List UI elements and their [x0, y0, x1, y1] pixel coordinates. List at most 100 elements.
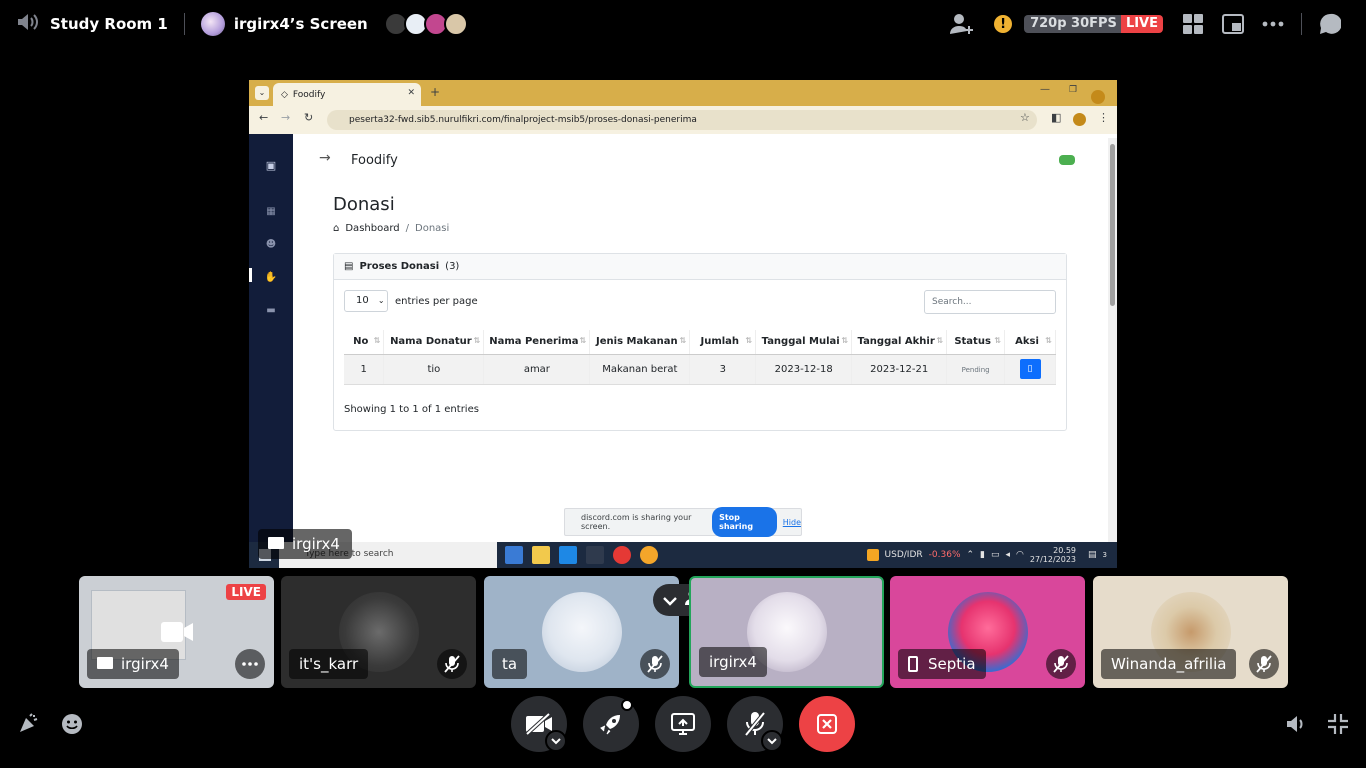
exit-fullscreen-icon[interactable]: [1324, 710, 1352, 738]
participant-tile[interactable]: ta: [484, 576, 679, 688]
screen-share-stream[interactable]: ⌄ ◇ Foodify ✕ + — ❐ ← → ↻ peserta32-fwd.…: [249, 80, 1117, 568]
breadcrumb-dashboard[interactable]: Dashboard: [345, 223, 399, 234]
add-user-icon[interactable]: [942, 4, 982, 44]
popout-icon[interactable]: [1213, 4, 1253, 44]
discord-call-window: Study Room 1 irgirx4’s Screen ! 720p 30F…: [0, 0, 1366, 768]
notification-icon[interactable]: ▤: [1088, 550, 1097, 560]
volume-icon[interactable]: [1282, 710, 1310, 738]
header-divider: [183, 13, 185, 35]
forward-icon[interactable]: →: [281, 111, 290, 124]
participant-tile[interactable]: Winanda_afrilia: [1093, 576, 1288, 688]
account-icon[interactable]: [1073, 113, 1086, 126]
col-header[interactable]: Status: [946, 330, 1006, 355]
file-explorer-icon[interactable]: [532, 546, 550, 564]
fx-change: -0.36%: [928, 550, 961, 560]
col-header[interactable]: Nama Donatur: [383, 330, 485, 355]
user-avatar-icon[interactable]: [1059, 155, 1075, 165]
sidepanel-icon[interactable]: ◧: [1051, 111, 1061, 124]
chrome-icon[interactable]: [613, 546, 631, 564]
detail-button[interactable]: ▯: [1019, 359, 1041, 379]
cell-status: Pending: [946, 354, 1006, 385]
page-scrollbar[interactable]: [1108, 138, 1117, 542]
call-header-left: Study Room 1 irgirx4’s Screen: [0, 12, 468, 36]
chat-icon[interactable]: [1310, 4, 1350, 44]
fx-pair[interactable]: USD/IDR: [885, 550, 923, 560]
mail-icon[interactable]: [505, 546, 523, 564]
disconnect-button[interactable]: [799, 696, 855, 752]
profile-badge-icon[interactable]: [1091, 90, 1105, 104]
channel-name: Study Room 1: [50, 15, 168, 33]
col-header[interactable]: No: [344, 330, 385, 355]
back-icon[interactable]: ←: [259, 111, 268, 124]
cell-jenis: Makanan berat: [589, 354, 691, 385]
dropbox-icon[interactable]: [559, 546, 577, 564]
table-search-input[interactable]: Search...: [924, 290, 1056, 314]
participant-name: irgirx4: [709, 653, 757, 671]
per-page-select[interactable]: 10 ⌄: [344, 290, 388, 312]
address-bar[interactable]: peserta32-fwd.sib5.nurulfikri.com/finalp…: [327, 110, 1037, 130]
participant-tile[interactable]: it's_karr: [281, 576, 476, 688]
live-badge: LIVE: [1120, 15, 1163, 33]
grid-icon[interactable]: [1173, 4, 1213, 44]
participant-tile-speaking[interactable]: irgirx4: [689, 576, 884, 688]
emoji-reaction-icon[interactable]: [58, 710, 86, 738]
url-text: peserta32-fwd.sib5.nurulfikri.com/finalp…: [349, 115, 697, 125]
chrome-canary-icon[interactable]: [640, 546, 658, 564]
dashboard-icon[interactable]: ▦: [264, 206, 278, 218]
tab-close-icon[interactable]: ✕: [407, 88, 415, 98]
more-icon[interactable]: [1253, 4, 1293, 44]
participant-name: Septia: [928, 655, 976, 673]
hide-notice-link[interactable]: Hide: [783, 518, 801, 527]
camera-options-chevron-icon[interactable]: [545, 730, 567, 752]
chevron-down-icon: ⌄: [377, 296, 385, 305]
battery-icon[interactable]: ▭: [991, 550, 1000, 560]
tile-name-label: irgirx4: [699, 647, 767, 677]
browser-tab[interactable]: ◇ Foodify ✕: [273, 83, 421, 106]
users-icon[interactable]: ☻: [264, 239, 278, 251]
chrome-menu-icon[interactable]: ⋮: [1098, 111, 1109, 124]
screen-share-button[interactable]: [655, 696, 711, 752]
donation-handshake-icon[interactable]: ✋: [264, 272, 278, 284]
app-bolt-icon[interactable]: [586, 546, 604, 564]
tab-search-icon[interactable]: ⌄: [255, 86, 269, 100]
active-indicator: [249, 268, 252, 282]
reload-icon[interactable]: ↻: [304, 111, 313, 124]
col-header[interactable]: Nama Penerima: [483, 330, 591, 355]
warning-icon[interactable]: !: [994, 15, 1013, 33]
cell-donatur: tio: [383, 354, 485, 385]
browser-toolbar: ← → ↻ peserta32-fwd.sib5.nurulfikri.com/…: [249, 106, 1117, 134]
col-header[interactable]: Tanggal Akhir: [851, 330, 948, 355]
header-divider: [1301, 13, 1302, 35]
soundboard-icon[interactable]: [14, 710, 42, 738]
scrollbar-thumb[interactable]: [1110, 144, 1115, 306]
card-count: (3): [445, 261, 460, 272]
viewer-avatars[interactable]: [383, 12, 468, 36]
mic-options-chevron-icon[interactable]: [761, 730, 783, 752]
participant-name: irgirx4: [121, 655, 169, 673]
cell-mulai: 2023-12-18: [755, 354, 853, 385]
new-tab-icon[interactable]: +: [430, 85, 440, 99]
wifi-icon[interactable]: ◠: [1016, 550, 1024, 560]
toggle-sidebar-icon[interactable]: →: [319, 150, 331, 166]
more-options-icon[interactable]: [235, 649, 265, 679]
col-header[interactable]: Aksi: [1004, 330, 1056, 355]
tray-overflow-icon[interactable]: ⌃: [967, 550, 975, 560]
app-logo-icon[interactable]: ▣: [264, 160, 278, 172]
app-sidebar: ▣ ▦ ☻ ✋ ▬: [249, 134, 293, 542]
volume-icon[interactable]: ◂: [1006, 550, 1011, 560]
stop-sharing-button[interactable]: Stop sharing: [712, 507, 777, 537]
video-camera-icon: [161, 622, 193, 646]
col-header[interactable]: Tanggal Mulai: [755, 330, 853, 355]
col-header[interactable]: Jenis Makanan: [589, 330, 691, 355]
screen-icon: [268, 537, 284, 549]
minimize-icon[interactable]: —: [1040, 84, 1050, 95]
participant-tile-stream[interactable]: LIVE irgirx4: [79, 576, 274, 688]
participant-tile[interactable]: Septia: [890, 576, 1085, 688]
col-header[interactable]: Jumlah: [689, 330, 757, 355]
breadcrumb-current: Donasi: [415, 223, 450, 234]
bookmark-star-icon[interactable]: ☆: [1020, 111, 1030, 124]
restore-icon[interactable]: ❐: [1069, 85, 1077, 95]
taskbar-clock[interactable]: 20.59 27/12/2023: [1030, 546, 1076, 564]
windows-taskbar: Type here to search USD/IDR -0.36% ⌃ ▮ ▭…: [249, 542, 1117, 568]
folder-icon[interactable]: ▬: [264, 305, 278, 317]
